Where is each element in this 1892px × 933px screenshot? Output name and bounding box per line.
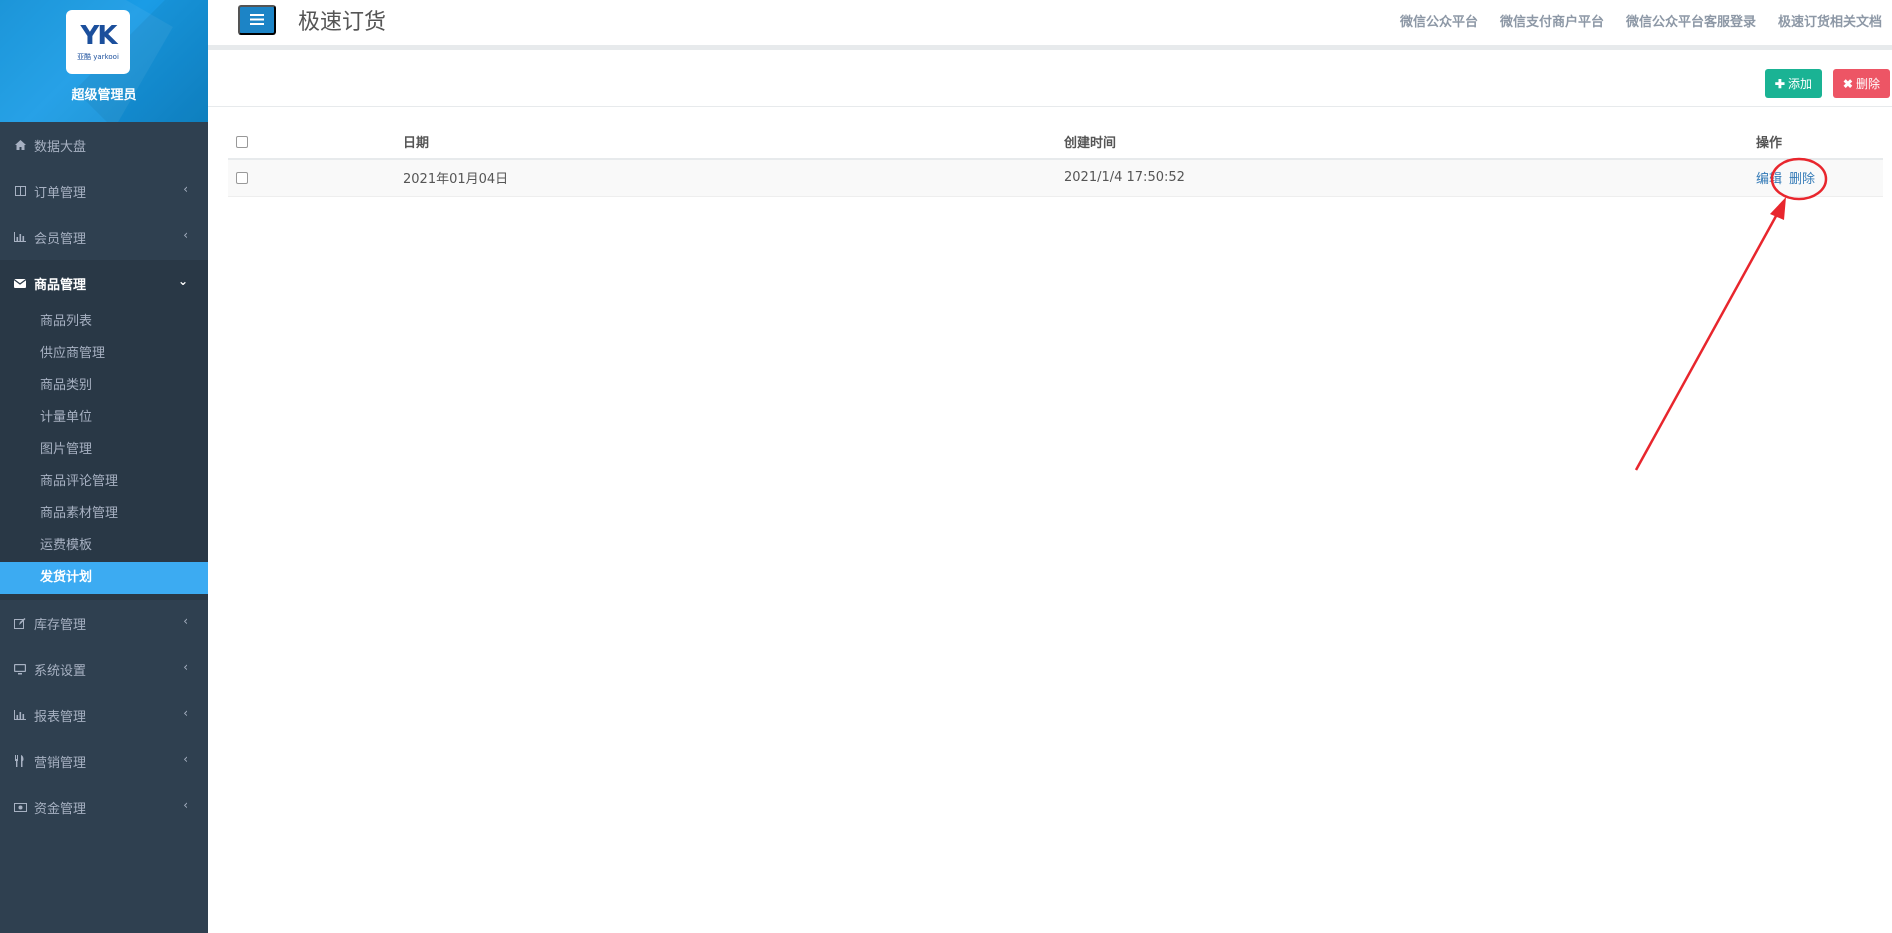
chevron-left-icon: ‹ [183,706,188,720]
close-icon: ✖ [1842,76,1853,91]
sidebar-item-label: 订单管理 [34,185,87,201]
sidebar-item-label: 系统设置 [34,663,87,679]
cell-date: 2021年01月04日 [403,159,1064,197]
edit-link[interactable]: 编辑 [1756,172,1782,187]
company-logo: YK 亚酷 yarkooi [66,10,130,74]
sidebar-item-label: 会员管理 [34,231,87,247]
products-submenu: 商品列表 供应商管理 商品类别 计量单位 图片管理 商品评论管理 商品素材管理 … [0,306,208,600]
submenu-item-shipping-templates[interactable]: 运费模板 [0,530,208,562]
sidebar-item-label: 资金管理 [34,801,87,817]
select-all-checkbox[interactable] [236,135,248,148]
sidebar-item-label: 库存管理 [34,617,87,633]
chevron-down-icon: ⌄ [177,274,188,288]
column-header-date[interactable]: 日期 [403,125,1064,160]
sidebar-nav-lower: 库存管理 ‹ 系统设置 ‹ 报表管理 ‹ 营销管理 ‹ 资金管理 ‹ [0,600,208,830]
cell-created: 2021/1/4 17:50:52 [1064,159,1744,197]
chevron-left-icon: ‹ [183,182,188,196]
annotation-arrow-head [1770,197,1786,220]
submenu-item-images[interactable]: 图片管理 [0,434,208,466]
chevron-left-icon: ‹ [183,660,188,674]
chevron-left-icon: ‹ [183,614,188,628]
sidebar-item-products[interactable]: 商品管理 ⌄ [0,260,208,306]
link-wechat-service-login[interactable]: 微信公众平台客服登录 [1626,11,1756,30]
data-table-container: 日期 创建时间 操作 2021年01月04日 2021/1/4 17:50:52… [228,125,1883,197]
submenu-item-materials[interactable]: 商品素材管理 [0,498,208,530]
submenu-item-delivery-plan[interactable]: 发货计划 [0,562,208,594]
delete-link[interactable]: 删除 [1789,172,1815,187]
sidebar-item-label: 营销管理 [34,755,87,771]
add-button-label: 添加 [1787,77,1812,91]
profile-header: YK 亚酷 yarkooi 超级管理员 [0,0,208,122]
sidebar-item-orders[interactable]: 订单管理 ‹ [0,168,208,214]
annotation-arrow-line [1634,206,1783,471]
delete-button-label: 删除 [1855,77,1880,91]
table-row: 2021年01月04日 2021/1/4 17:50:52 编辑 删除 [228,159,1883,197]
home-icon [13,138,27,152]
logo-subtitle: 亚酷 yarkooi [77,52,119,61]
chevron-left-icon: ‹ [183,228,188,242]
sidebar: YK 亚酷 yarkooi 超级管理员 数据大盘 订单管理 ‹ 会员管理 ‹ 商… [0,0,208,933]
sidebar-item-label: 商品管理 [34,277,87,293]
sidebar-item-dashboard[interactable]: 数据大盘 [0,122,208,168]
link-wechat-platform[interactable]: 微信公众平台 [1400,11,1478,30]
sidebar-item-reports[interactable]: 报表管理 ‹ [0,692,208,738]
top-links: 微信公众平台 微信支付商户平台 微信公众平台客服登录 极速订货相关文档 [1400,11,1892,30]
plus-icon: ✚ [1774,76,1785,91]
chevron-left-icon: ‹ [183,798,188,812]
add-button[interactable]: ✚ 添加 [1764,69,1822,98]
submenu-item-units[interactable]: 计量单位 [0,402,208,434]
submenu-item-categories[interactable]: 商品类别 [0,370,208,402]
sidebar-item-finance[interactable]: 资金管理 ‹ [0,784,208,830]
column-header-created[interactable]: 创建时间 [1064,125,1744,160]
column-header-actions: 操作 [1744,125,1883,160]
sidebar-nav: 数据大盘 订单管理 ‹ 会员管理 ‹ 商品管理 ⌄ [0,122,208,306]
link-docs[interactable]: 极速订货相关文档 [1778,11,1882,30]
delivery-plan-table: 日期 创建时间 操作 2021年01月04日 2021/1/4 17:50:52… [228,125,1883,197]
desktop-icon [13,662,27,676]
submenu-item-product-list[interactable]: 商品列表 [0,306,208,338]
money-icon [13,800,27,814]
envelope-icon [13,276,27,290]
sidebar-item-label: 数据大盘 [34,139,87,155]
bar-chart-icon [13,230,27,244]
table-header-row: 日期 创建时间 操作 [228,125,1883,160]
cutlery-icon [13,754,27,768]
delete-button[interactable]: ✖ 删除 [1832,69,1890,98]
sidebar-item-system-settings[interactable]: 系统设置 ‹ [0,646,208,692]
bar-chart-icon [13,708,27,722]
link-wechat-pay-merchant[interactable]: 微信支付商户平台 [1500,11,1604,30]
hamburger-icon [250,13,264,28]
sidebar-item-label: 报表管理 [34,709,87,725]
sidebar-item-inventory[interactable]: 库存管理 ‹ [0,600,208,646]
sidebar-item-members[interactable]: 会员管理 ‹ [0,214,208,260]
chevron-left-icon: ‹ [183,752,188,766]
profile-name[interactable]: 超级管理员 [0,84,208,103]
menu-toggle-button[interactable] [238,5,276,35]
columns-icon [13,184,27,198]
sidebar-item-marketing[interactable]: 营销管理 ‹ [0,738,208,784]
row-checkbox[interactable] [236,171,248,184]
edit-icon [13,616,27,630]
submenu-item-suppliers[interactable]: 供应商管理 [0,338,208,370]
submenu-item-reviews[interactable]: 商品评论管理 [0,466,208,498]
page-title: 极速订货 [298,10,387,35]
toolbar: ✚ 添加 ✖ 删除 [208,55,1892,107]
top-header: 极速订货 微信公众平台 微信支付商户平台 微信公众平台客服登录 极速订货相关文档 [208,0,1892,50]
logo-mark: YK [80,20,118,51]
